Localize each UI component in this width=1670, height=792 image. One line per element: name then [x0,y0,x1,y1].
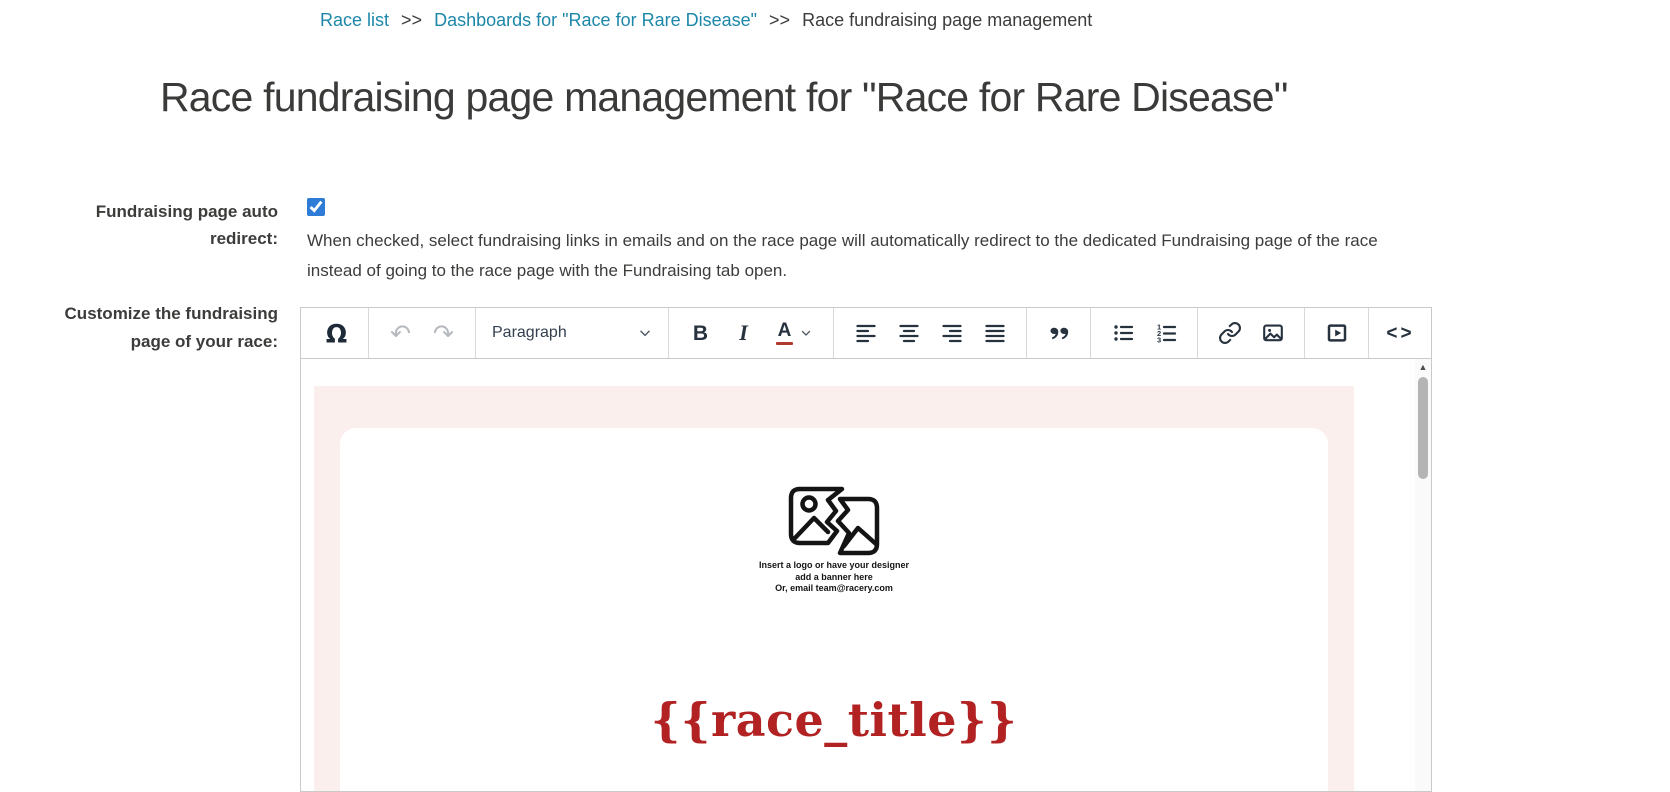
italic-icon: I [739,320,748,345]
toolbar-group-media [1305,308,1369,358]
special-character-button[interactable]: Ω [315,312,358,354]
justify-icon [984,324,1005,343]
justify-button[interactable] [973,312,1016,354]
align-right-icon [941,324,962,343]
toolbar-group-code: <> [1369,308,1432,358]
align-right-button[interactable] [930,312,973,354]
banner-placeholder-note: Insert a logo or have your designer add … [340,560,1328,595]
breadcrumb-separator: >> [769,10,791,30]
breadcrumb-current: Race fundraising page management [802,10,1093,30]
breadcrumb-separator: >> [401,10,423,30]
chevron-down-icon [640,330,650,337]
toolbar-group-lists: 123 [1091,308,1198,358]
link-button[interactable] [1208,312,1251,354]
editor-scrollbar[interactable]: ▲ [1415,359,1431,791]
blockquote-icon [1050,327,1068,340]
fundraising-page-card: Insert a logo or have your designer add … [340,428,1328,791]
svg-text:3: 3 [1157,336,1161,345]
numbered-list-icon: 123 [1157,323,1176,345]
omega-icon: Ω [325,318,348,348]
race-title-token: {{race_title}} [650,692,1018,747]
text-color-button[interactable]: A [765,312,823,354]
editor-content[interactable]: Insert a logo or have your designer add … [301,359,1431,791]
image-button[interactable] [1251,312,1294,354]
toolbar-group-text-style: B I A [669,308,834,358]
toolbar-group-history: ↶ ↷ [369,308,476,358]
toolbar-group-insert [1198,308,1305,358]
scroll-up-arrow-icon[interactable]: ▲ [1415,362,1431,372]
bullet-list-icon [1113,325,1133,341]
redo-button[interactable]: ↷ [422,312,465,354]
breadcrumb-race-list[interactable]: Race list [320,10,389,30]
customize-label: Customize the fundraising page of your r… [64,304,278,351]
bold-icon: B [692,321,709,345]
blockquote-button[interactable] [1037,312,1080,354]
auto-redirect-checkbox[interactable] [307,198,325,216]
banner-note-line: Or, email team@racery.com [775,583,893,593]
align-center-icon [898,324,919,343]
italic-button[interactable]: I [722,312,765,354]
media-button[interactable] [1315,312,1358,354]
bold-button[interactable]: B [679,312,722,354]
auto-redirect-help-text: When checked, select fundraising links i… [307,231,1378,280]
bullet-list-button[interactable] [1101,312,1144,354]
align-center-button[interactable] [887,312,930,354]
align-left-button[interactable] [844,312,887,354]
toolbar-group-align [834,308,1027,358]
page-title: Race fundraising page management for "Ra… [160,74,1288,120]
editor-toolbar: Ω ↶ ↷ Paragraph B I A 1 2 3 <> [301,308,1431,359]
source-code-button[interactable]: <> [1379,312,1422,354]
undo-button[interactable]: ↶ [379,312,422,354]
breadcrumb: Race list >> Dashboards for "Race for Ra… [320,8,1092,32]
numbered-list-button[interactable]: 123 [1144,312,1187,354]
rich-text-editor: Ω ↶ ↷ Paragraph B I A 1 2 3 <> Insert a … [300,307,1432,792]
banner-note-line: add a banner here [795,571,873,582]
auto-redirect-label: Fundraising page auto redirect: [95,202,278,248]
paragraph-format-dropdown[interactable]: Paragraph [486,312,658,354]
breadcrumb-dashboards[interactable]: Dashboards for "Race for Rare Disease" [434,10,757,30]
image-icon [1262,324,1283,342]
link-icon [1218,322,1241,344]
text-color-icon: A [776,321,793,345]
toolbar-group-quote [1027,308,1091,358]
scrollbar-thumb[interactable] [1418,377,1428,479]
broken-image-icon [788,486,880,556]
source-code-icon: <> [1386,322,1415,344]
toolbar-group-special: Ω [305,308,369,358]
redo-icon: ↷ [433,318,454,348]
paragraph-format-value: Paragraph [492,324,567,341]
banner-note-line: Insert a logo or have your designer [758,560,910,570]
chevron-down-icon [801,330,811,336]
align-left-icon [855,324,876,343]
media-play-icon [1327,324,1346,342]
fundraising-page-preview: Insert a logo or have your designer add … [314,386,1354,791]
toolbar-group-format: Paragraph [476,308,669,358]
undo-icon: ↶ [390,318,411,348]
